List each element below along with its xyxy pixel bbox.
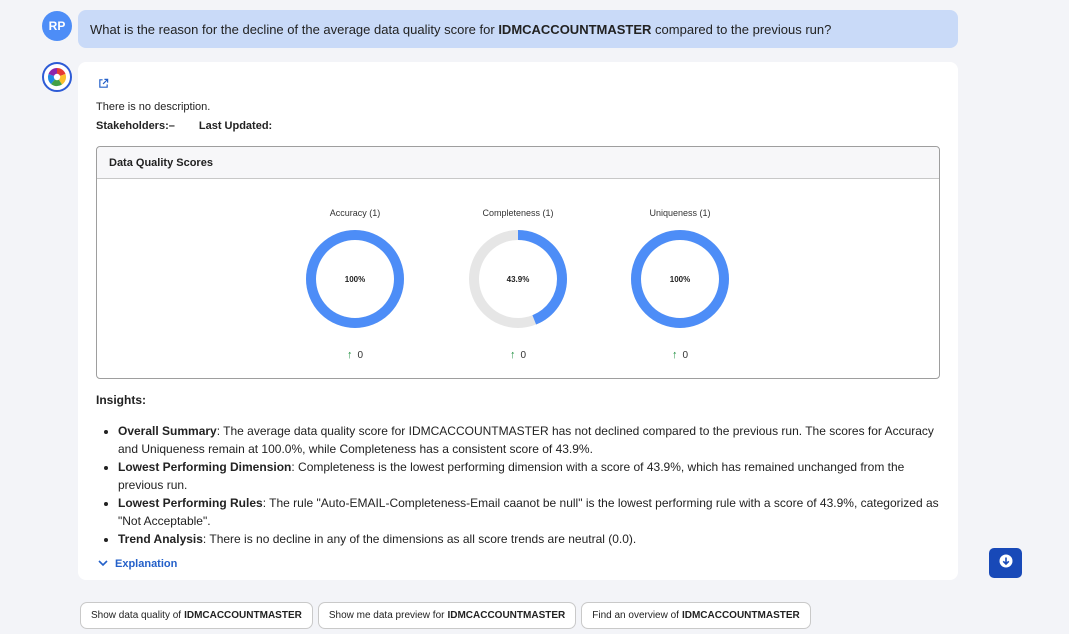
gauge-value: 100% [670,275,690,284]
arrow-up-icon: ↑ [346,349,353,361]
suggestion-overview[interactable]: Find an overview of IDMCACCOUNTMASTER [581,602,811,629]
gauge-trend: ↑ 0 [671,349,689,361]
list-item: Lowest Performing Rules: The rule "Auto-… [118,494,948,530]
gauge-label: Accuracy (1) [329,208,381,218]
gauge-value: 43.9% [507,275,530,284]
insights-title: Insights: [96,393,146,407]
gauge-ring: 43.9% [469,230,567,328]
question-asset: IDMCACCOUNTMASTER [498,21,652,37]
gauge-value: 100% [345,275,365,284]
scroll-down-button[interactable] [989,548,1022,578]
gauge-trend: ↑ 0 [509,349,527,361]
explanation-toggle[interactable]: Explanation [98,558,177,570]
gauge-accuracy: Accuracy (1) 100% ↑ 0 [285,179,425,379]
ai-assistant-icon [42,62,72,92]
asset-description: There is no description. [96,101,211,113]
user-question: What is the reason for the decline of th… [78,10,958,48]
arrow-up-icon: ↑ [509,349,516,361]
panel-title: Data Quality Scores [97,147,939,179]
answer-card: There is no description. Stakeholders:– … [78,62,958,580]
list-item: Lowest Performing Dimension: Completenes… [118,458,948,494]
question-text: What is the reason for the decline of th… [90,21,832,37]
scroll-down-icon [999,554,1013,573]
gauge-ring: 100% [306,230,404,328]
suggestion-data-quality[interactable]: Show data quality of IDMCACCOUNTMASTER [80,602,313,629]
user-avatar: RP [42,11,72,41]
list-item: Overall Summary: The average data qualit… [118,422,948,458]
gauge-label: Uniqueness (1) [649,208,711,218]
chat-page: RP What is the reason for the decline of… [0,0,1069,634]
gauge-completeness: Completeness (1) 43.9% ↑ 0 [448,179,588,379]
asset-meta: Stakeholders:– Last Updated: [96,120,272,132]
external-link-icon[interactable] [98,76,112,90]
suggestion-data-preview[interactable]: Show me data preview for IDMCACCOUNTMASTE… [317,602,577,629]
insights-list: Overall Summary: The average data qualit… [118,422,948,548]
gauge-uniqueness: Uniqueness (1) 100% ↑ 0 [610,179,750,379]
data-quality-panel: Data Quality Scores Accuracy (1) 100% ↑ … [96,146,940,379]
gauge-ring: 100% [631,230,729,328]
gauge-trend: ↑ 0 [346,349,364,361]
suggestion-chips: Show data quality of IDMCACCOUNTMASTER Sh… [80,602,811,629]
arrow-up-icon: ↑ [671,349,678,361]
gauge-label: Completeness (1) [482,208,554,218]
chevron-down-icon [98,558,108,570]
stakeholders: Stakeholders:– [96,120,175,132]
last-updated: Last Updated: [198,120,273,132]
list-item: Trend Analysis: There is no decline in a… [118,530,948,548]
